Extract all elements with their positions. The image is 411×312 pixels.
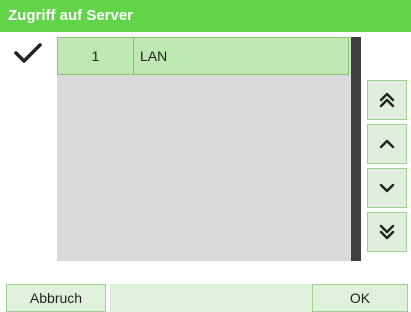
double-chevron-down-icon [379,224,395,240]
double-chevron-up-icon [379,92,395,108]
list-item-number: 1 [57,37,134,75]
chevron-up-icon [379,139,395,149]
footer-bar [110,284,314,312]
server-list: 1 LAN [57,37,361,261]
checkmark-icon [14,43,42,63]
scroll-up-button[interactable] [367,124,407,164]
page-down-button[interactable] [367,212,407,252]
scrollbar[interactable] [351,37,361,261]
scroll-down-button[interactable] [367,168,407,208]
list-item[interactable]: 1 LAN [57,37,349,75]
list-item-label: LAN [134,37,349,75]
cancel-button[interactable]: Abbruch [6,284,106,312]
page-up-button[interactable] [367,80,407,120]
page-title: Zugriff auf Server [0,0,411,32]
chevron-down-icon [379,183,395,193]
ok-button[interactable]: OK [312,284,408,312]
